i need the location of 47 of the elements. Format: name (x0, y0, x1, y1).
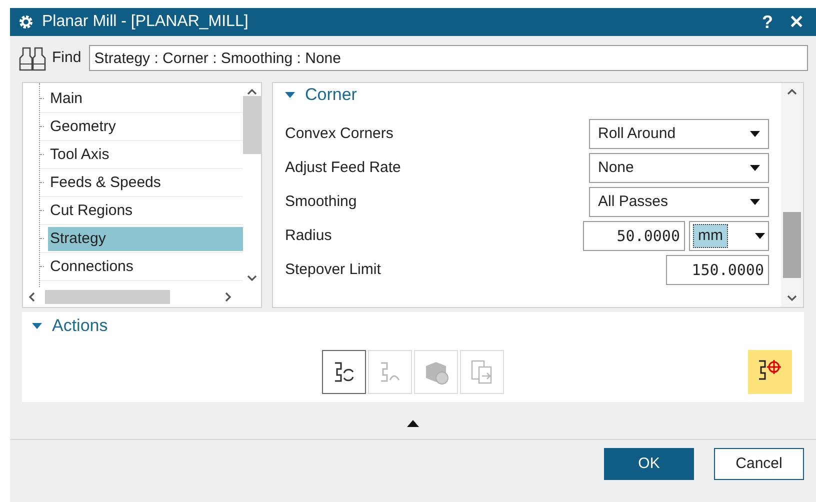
dropdown[interactable]: None (589, 153, 769, 183)
find-field[interactable]: Strategy : Corner : Smoothing : None (89, 45, 808, 71)
collapse-arrow-icon[interactable] (407, 420, 419, 427)
tree-item[interactable]: Connections (48, 254, 243, 278)
scroll-up-icon[interactable] (247, 87, 257, 97)
help-button[interactable]: ? (758, 8, 777, 36)
field-label: Convex Corners (285, 124, 394, 144)
cancel-button[interactable]: Cancel (714, 448, 804, 480)
number-field[interactable]: 150.0000 (666, 255, 769, 285)
find-label: Find (52, 48, 82, 68)
scroll-down-icon[interactable] (787, 293, 797, 303)
scroll-down-icon[interactable] (247, 273, 257, 283)
close-button[interactable]: ✕ (785, 8, 808, 36)
toolbar-button[interactable] (748, 350, 792, 394)
dropdown[interactable]: Roll Around (589, 119, 769, 149)
scroll-left-icon[interactable] (27, 292, 37, 302)
scroll-thumb[interactable] (243, 96, 261, 154)
tree-item[interactable]: Cut Regions (48, 198, 243, 222)
scroll-up-icon[interactable] (787, 87, 797, 97)
expand-caret-icon[interactable] (285, 91, 295, 99)
gear-icon (18, 14, 34, 30)
ok-button[interactable]: OK (604, 448, 694, 480)
expand-caret-icon[interactable] (32, 322, 42, 330)
tree-item[interactable]: Feeds & Speeds (48, 170, 243, 194)
toolbar-button[interactable] (322, 350, 366, 394)
caret-icon (750, 131, 760, 137)
caret-icon (750, 165, 760, 171)
field-label: Radius (285, 226, 333, 246)
tree-item[interactable]: Main (48, 86, 243, 110)
section-title[interactable]: Corner (305, 82, 357, 108)
tree-item[interactable]: Geometry (48, 114, 243, 138)
unit-dropdown[interactable]: mm (689, 221, 769, 251)
tree-item[interactable]: Strategy (48, 226, 243, 250)
field-label: Stepover Limit (285, 260, 382, 280)
tree-item[interactable]: Tool Axis (48, 142, 243, 166)
caret-icon (755, 233, 765, 239)
scroll-thumb[interactable] (783, 212, 801, 278)
window-title: Planar Mill - [PLANAR_MILL] (42, 12, 250, 32)
dropdown[interactable]: All Passes (589, 187, 769, 217)
number-field[interactable]: 50.0000 (583, 221, 685, 251)
caret-icon (750, 199, 760, 205)
field-label: Adjust Feed Rate (285, 158, 402, 178)
vertical-scrollbar[interactable] (781, 83, 803, 307)
field-label: Smoothing (285, 192, 358, 212)
scroll-thumb[interactable] (45, 290, 170, 304)
scroll-right-icon[interactable] (223, 292, 233, 302)
section-title[interactable]: Actions (52, 313, 108, 339)
